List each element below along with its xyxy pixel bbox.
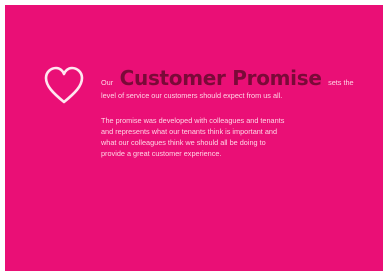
paragraph-2-line: and represents what our tenants think is… (101, 127, 278, 136)
intro-prefix: Our (101, 78, 114, 87)
intro-line-2: level of service our customers should ex… (101, 91, 283, 100)
paragraph-2: The promise was developed with colleague… (101, 115, 373, 159)
heart-outline-icon (44, 66, 84, 104)
promise-text-block: Our Customer Promise sets the level of s… (101, 66, 373, 159)
title-line: Our Customer Promise sets the (101, 66, 373, 90)
paragraph-2-line: The promise was developed with colleague… (101, 116, 285, 125)
intro-suffix: sets the (328, 78, 354, 87)
paragraph-2-line: provide a great customer experience. (101, 149, 222, 158)
promise-card: Our Customer Promise sets the level of s… (5, 5, 383, 271)
paragraph-2-line: what our colleagues think we should all … (101, 138, 266, 147)
page-title: Customer Promise (119, 66, 322, 90)
